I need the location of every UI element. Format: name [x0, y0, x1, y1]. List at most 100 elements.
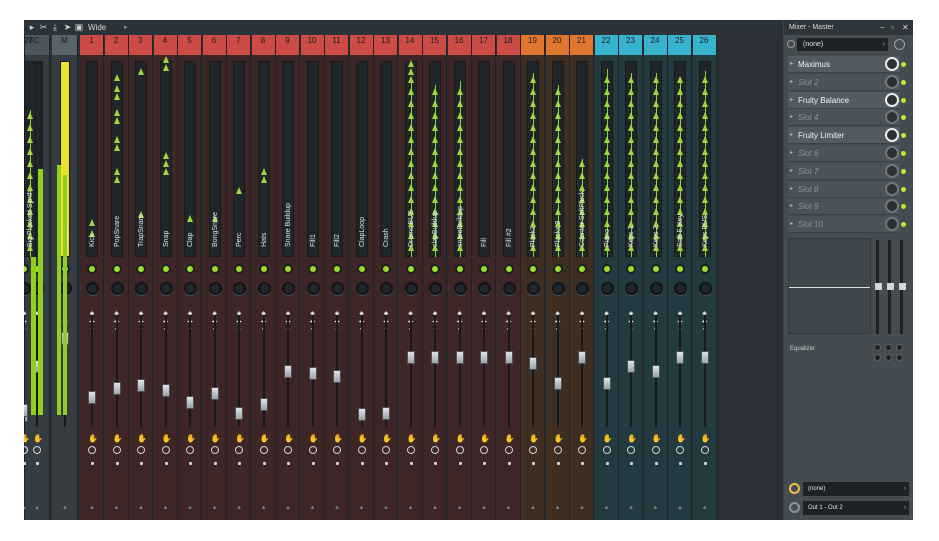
volume-fader[interactable]: [529, 357, 537, 370]
channel-number[interactable]: 11: [325, 35, 348, 55]
send-hand-icon[interactable]: ✋: [260, 434, 270, 443]
clock-icon[interactable]: [455, 446, 464, 454]
channel-number[interactable]: 12: [349, 35, 373, 55]
play-arrow-icon[interactable]: ▸: [28, 22, 36, 33]
channel-number[interactable]: 26: [692, 35, 716, 55]
route-up-icon[interactable]: ▴: [407, 504, 415, 511]
send-hand-icon[interactable]: ✋: [627, 434, 637, 443]
route-up-icon[interactable]: ▴: [235, 504, 243, 511]
channel-enable-led[interactable]: [358, 266, 365, 272]
channel-enable-led[interactable]: [677, 266, 683, 272]
route-up-icon[interactable]: ▴: [554, 504, 562, 511]
effect-slot[interactable]: ▸ Slot 4: [788, 109, 900, 127]
link-icon[interactable]: ▣: [74, 22, 84, 33]
channel-enable-led[interactable]: [162, 266, 169, 272]
volume-track[interactable]: [189, 315, 191, 427]
volume-fader[interactable]: [161, 384, 170, 397]
slot-enable-led[interactable]: [901, 133, 906, 139]
volume-track[interactable]: [679, 315, 681, 427]
clock-icon[interactable]: [627, 446, 635, 454]
channel-number[interactable]: M: [52, 35, 77, 55]
clock-icon[interactable]: [186, 446, 194, 454]
send-hand-icon[interactable]: ✋: [235, 434, 245, 443]
clock-icon[interactable]: [382, 446, 390, 454]
channel-enable-led[interactable]: [334, 266, 340, 272]
volume-track[interactable]: [605, 315, 608, 427]
channel-enable-led[interactable]: [432, 266, 438, 272]
eq-band-mid-handle[interactable]: [887, 283, 894, 290]
pan-knob[interactable]: [551, 282, 565, 295]
route-dot[interactable]: [703, 462, 707, 465]
pan-knob[interactable]: [429, 282, 442, 295]
volume-track[interactable]: [556, 315, 559, 427]
volume-fader[interactable]: [24, 404, 28, 417]
pan-knob[interactable]: [576, 282, 589, 295]
channel-enable-led[interactable]: [260, 266, 267, 272]
slot-mix-knob[interactable]: [885, 110, 899, 125]
send-hand-icon[interactable]: ✋: [211, 434, 221, 443]
volume-fader[interactable]: [651, 365, 660, 378]
route-dot[interactable]: [483, 462, 486, 465]
channel-number[interactable]: 14: [398, 35, 422, 55]
send-hand-icon[interactable]: ✋: [652, 434, 662, 443]
clock-icon[interactable]: [161, 446, 170, 454]
route-up-icon[interactable]: ▴: [137, 504, 145, 511]
close-icon[interactable]: ✕: [902, 22, 909, 33]
slot-enable-led[interactable]: [901, 97, 906, 103]
pan-knob[interactable]: [331, 282, 344, 295]
route-up-icon[interactable]: ▴: [162, 504, 170, 511]
channel-number[interactable]: 15: [423, 35, 446, 55]
channel-number[interactable]: 9: [276, 35, 299, 55]
eq-bw-knob-mid[interactable]: [885, 354, 892, 361]
send-hand-icon[interactable]: ✋: [529, 434, 539, 443]
channel-number[interactable]: 7: [227, 35, 250, 55]
channel-number[interactable]: 5: [178, 35, 201, 55]
volume-track[interactable]: [164, 315, 167, 427]
slot-enable-led[interactable]: [901, 222, 906, 228]
route-dot[interactable]: [36, 462, 39, 465]
slot-mix-knob[interactable]: [885, 163, 899, 178]
clock-icon[interactable]: [137, 446, 145, 454]
volume-track[interactable]: [703, 315, 706, 427]
send-hand-icon[interactable]: ✋: [431, 434, 441, 443]
channel-number[interactable]: 13: [374, 35, 397, 55]
pan-knob[interactable]: [306, 282, 320, 295]
send-hand-icon[interactable]: ✋: [137, 434, 147, 443]
clock-icon[interactable]: [700, 446, 709, 454]
send-hand-icon[interactable]: ✋: [186, 434, 196, 443]
slot-mix-knob[interactable]: [885, 92, 899, 107]
route-up-icon[interactable]: ▴: [456, 504, 464, 511]
send-hand-icon[interactable]: ✋: [24, 434, 30, 443]
pan-knob[interactable]: [159, 282, 173, 295]
volume-fader[interactable]: [186, 396, 194, 409]
pan-knob[interactable]: [600, 282, 614, 295]
route-up-icon[interactable]: ▴: [284, 504, 292, 511]
clock-icon[interactable]: [333, 446, 341, 454]
volume-fader[interactable]: [602, 377, 611, 390]
channel-enable-led[interactable]: [309, 266, 316, 272]
pan-knob[interactable]: [674, 282, 687, 295]
route-dot[interactable]: [385, 462, 388, 465]
route-dot[interactable]: [164, 462, 168, 465]
channel-number[interactable]: 18: [496, 35, 520, 55]
send-hand-icon[interactable]: ✋: [505, 434, 515, 443]
eq-bw-knob-high[interactable]: [896, 354, 903, 361]
pan-knob[interactable]: [453, 282, 467, 295]
route-up-icon[interactable]: ▴: [186, 504, 194, 511]
volume-fader[interactable]: [308, 367, 317, 380]
channel-number[interactable]: 8: [251, 35, 275, 55]
volume-fader[interactable]: [700, 351, 709, 364]
route-up-icon[interactable]: ▴: [578, 504, 586, 511]
route-up-icon[interactable]: ▴: [309, 504, 317, 511]
channel-enable-led[interactable]: [579, 266, 585, 272]
volume-track[interactable]: [507, 315, 510, 427]
volume-fader[interactable]: [553, 377, 562, 390]
pointer-icon[interactable]: ➤: [62, 22, 73, 33]
input-select[interactable]: (none) ›: [797, 38, 888, 51]
volume-fader[interactable]: [382, 407, 390, 420]
input-ring-icon[interactable]: [787, 40, 795, 48]
slot-mix-knob[interactable]: [885, 57, 899, 71]
channel-enable-led[interactable]: [603, 266, 610, 272]
latency-icon[interactable]: [894, 39, 905, 50]
route-dot[interactable]: [556, 462, 560, 465]
